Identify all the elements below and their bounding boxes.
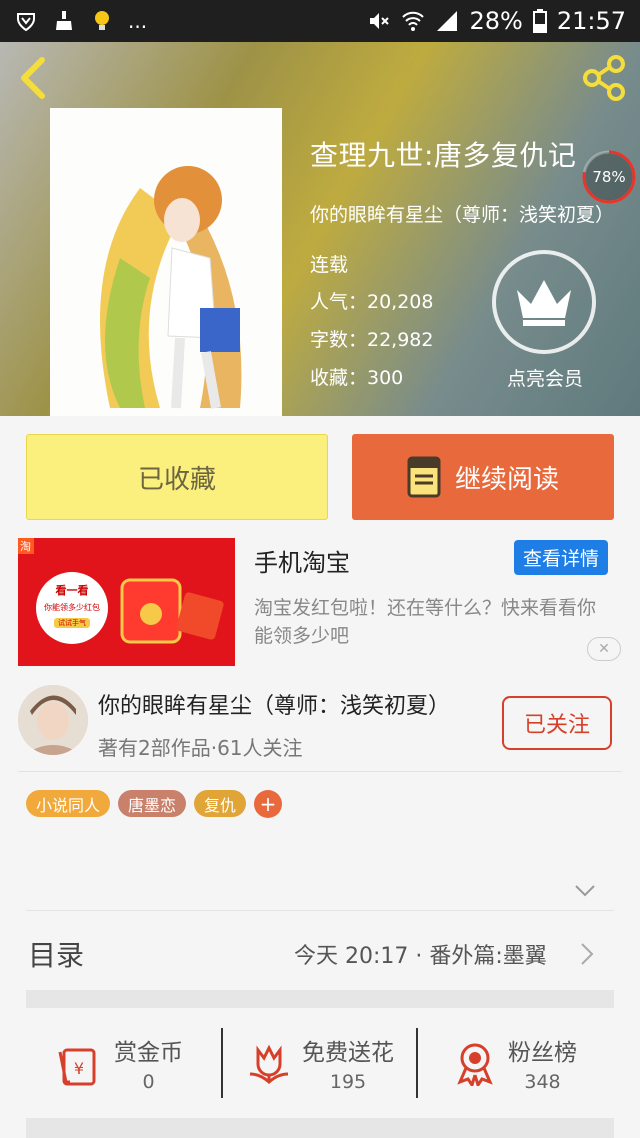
reward-coins-value: 0 bbox=[142, 1071, 155, 1093]
book-popularity: 人气：20,208 bbox=[310, 291, 434, 313]
toc-latest-chapter[interactable]: 今天 20:17 · 番外篇:墨翼 bbox=[294, 938, 547, 970]
ad-title: 手机淘宝 bbox=[254, 549, 350, 577]
ad-detail-button[interactable]: 查看详情 bbox=[514, 540, 608, 575]
chevron-down-icon[interactable] bbox=[574, 884, 596, 898]
add-tag-button[interactable]: + bbox=[254, 790, 283, 818]
wifi-icon bbox=[402, 11, 425, 31]
ad-promo-heading: 看一看 bbox=[55, 584, 89, 597]
favorited-button[interactable]: 已收藏 bbox=[26, 434, 328, 520]
medal-icon bbox=[457, 1043, 493, 1086]
broom-icon bbox=[56, 11, 72, 30]
chevron-right-icon[interactable] bbox=[580, 942, 594, 966]
section-separator bbox=[26, 990, 614, 1008]
divider bbox=[26, 910, 614, 911]
close-icon[interactable]: ✕ bbox=[587, 637, 621, 661]
book-favorites: 收藏：300 bbox=[310, 367, 404, 389]
author-meta: 著有2部作品·61人关注 bbox=[98, 736, 303, 760]
mute-icon bbox=[370, 13, 390, 29]
flower-icon bbox=[249, 1044, 289, 1085]
svg-text:¥: ¥ bbox=[74, 1059, 84, 1078]
ad-description: 淘宝发红包啦！还在等什么？快来看看你能领多少吧 bbox=[254, 597, 597, 647]
overflow-indicator: ... bbox=[128, 9, 148, 33]
shield-icon bbox=[17, 13, 35, 32]
reward-coins-button[interactable]: ¥ 赏金币 0 bbox=[58, 1028, 183, 1098]
book-status: 连载 bbox=[310, 254, 349, 276]
section-separator bbox=[26, 1118, 614, 1138]
fan-ranking-button[interactable]: 粉丝榜 348 bbox=[452, 1028, 577, 1098]
back-icon[interactable] bbox=[14, 56, 54, 100]
author-name[interactable]: 你的眼眸有星尘（尊师：浅笑初夏） bbox=[98, 688, 450, 720]
follow-button[interactable]: 已关注 bbox=[502, 696, 612, 750]
red-envelope-icon: ¥ bbox=[58, 1048, 96, 1086]
fan-ranking-value: 348 bbox=[524, 1071, 561, 1093]
book-header: 查理九世:唐多复仇记 你的眼眸有星尘（尊师：浅笑初夏） 连载 人气：20,208… bbox=[0, 42, 640, 416]
cover-illustration bbox=[50, 108, 282, 416]
divider bbox=[18, 771, 622, 772]
ad-promo-try: 试试手气 bbox=[54, 618, 90, 628]
vip-label: 点亮会员 bbox=[506, 368, 583, 390]
book-cover[interactable] bbox=[50, 108, 282, 416]
battery-icon bbox=[532, 9, 547, 33]
continue-reading-button[interactable]: 继续阅读 bbox=[352, 434, 614, 520]
tag-item[interactable]: 唐墨恋 bbox=[118, 790, 187, 817]
ad-image[interactable]: 淘 看一看 你能领多少红包 试试手气 bbox=[18, 538, 235, 666]
crown-icon bbox=[517, 280, 571, 326]
tag-item[interactable]: 小说同人 bbox=[26, 790, 111, 817]
fan-ranking-label: 粉丝榜 bbox=[508, 1040, 577, 1066]
ad-badge: 淘 bbox=[20, 540, 31, 553]
book-icon bbox=[407, 456, 441, 498]
divider bbox=[221, 1028, 223, 1098]
send-flower-value: 195 bbox=[329, 1071, 367, 1093]
divider bbox=[416, 1028, 418, 1098]
tag-list: 小说同人 唐墨恋 复仇 + bbox=[26, 790, 283, 818]
signal-icon bbox=[437, 11, 458, 31]
status-bar: ... 28% 21:57 bbox=[0, 0, 640, 42]
clock: 21:57 bbox=[556, 7, 626, 35]
continue-reading-label: 继续阅读 bbox=[454, 464, 559, 495]
send-flower-label: 免费送花 bbox=[302, 1040, 394, 1066]
avatar[interactable] bbox=[18, 685, 88, 755]
favorited-label: 已收藏 bbox=[137, 464, 216, 495]
bulb-icon bbox=[95, 11, 109, 30]
send-flower-button[interactable]: 免费送花 195 bbox=[246, 1028, 394, 1098]
battery-percent: 28% bbox=[469, 7, 523, 35]
toc-label[interactable]: 目录 bbox=[28, 934, 84, 974]
ad-promo-sub: 你能领多少红包 bbox=[44, 603, 100, 612]
read-progress-text: 78% bbox=[592, 168, 626, 186]
tag-item[interactable]: 复仇 bbox=[194, 790, 247, 817]
vip-button[interactable] bbox=[492, 250, 596, 354]
book-word-count: 字数：22,982 bbox=[310, 329, 434, 351]
share-icon[interactable] bbox=[580, 54, 628, 102]
reward-coins-label: 赏金币 bbox=[114, 1040, 183, 1066]
